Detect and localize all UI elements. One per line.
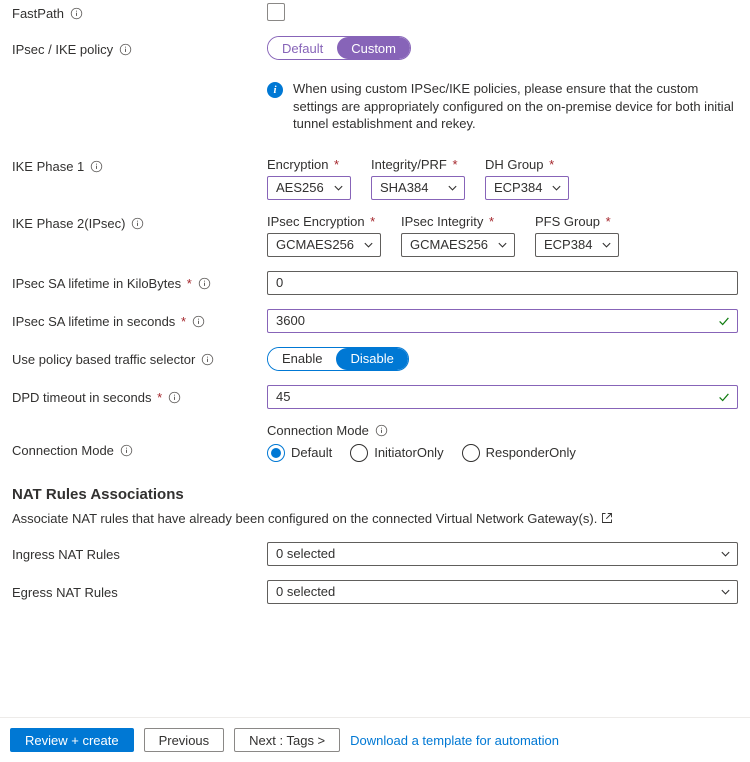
sa-lifetime-kb-label: IPsec SA lifetime in KiloBytes *: [12, 276, 192, 291]
chevron-down-icon: [447, 182, 458, 193]
info-icon[interactable]: [198, 277, 211, 290]
chevron-down-icon: [551, 182, 562, 193]
fastpath-label: FastPath: [12, 6, 64, 21]
ipsec-integrity-label: IPsec Integrity *: [401, 214, 515, 229]
connection-mode-responder-radio[interactable]: ResponderOnly: [462, 444, 576, 462]
integrity-select[interactable]: SHA384: [371, 176, 465, 200]
check-icon: [717, 314, 731, 328]
sa-lifetime-sec-value: 3600: [276, 313, 305, 328]
pfs-group-value: ECP384: [544, 237, 592, 252]
encryption-value: AES256: [276, 180, 324, 195]
radio-icon: [350, 444, 368, 462]
connection-mode-initiator-label: InitiatorOnly: [374, 445, 443, 460]
chevron-down-icon: [333, 182, 344, 193]
connection-mode-default-radio[interactable]: Default: [267, 444, 332, 462]
info-icon[interactable]: [201, 353, 214, 366]
encryption-select[interactable]: AES256: [267, 176, 351, 200]
sa-lifetime-sec-input[interactable]: 3600: [267, 309, 738, 333]
ipsec-ike-policy-label: IPsec / IKE policy: [12, 42, 113, 57]
dh-group-value: ECP384: [494, 180, 542, 195]
egress-nat-label: Egress NAT Rules: [12, 585, 118, 600]
connection-mode-row-label: Connection Mode: [12, 443, 114, 458]
info-icon[interactable]: [119, 43, 132, 56]
ipsec-encryption-value: GCMAES256: [276, 237, 354, 252]
connection-mode-responder-label: ResponderOnly: [486, 445, 576, 460]
ipsec-policy-callout: i When using custom IPSec/IKE policies, …: [267, 80, 738, 133]
encryption-label: Encryption *: [267, 157, 351, 172]
ipsec-policy-custom-option[interactable]: Custom: [337, 37, 410, 59]
info-icon[interactable]: [70, 7, 83, 20]
info-icon[interactable]: [375, 424, 388, 437]
check-icon: [717, 390, 731, 404]
pfs-group-label: PFS Group *: [535, 214, 619, 229]
download-template-link[interactable]: Download a template for automation: [350, 733, 559, 748]
chevron-down-icon: [363, 239, 374, 250]
ipsec-policy-callout-text: When using custom IPSec/IKE policies, pl…: [293, 80, 738, 133]
dh-group-label: DH Group *: [485, 157, 569, 172]
ipsec-integrity-select[interactable]: GCMAES256: [401, 233, 515, 257]
integrity-label: Integrity/PRF *: [371, 157, 465, 172]
connection-mode-radio-group: Default InitiatorOnly ResponderOnly: [267, 444, 738, 462]
sa-lifetime-sec-label: IPsec SA lifetime in seconds *: [12, 314, 186, 329]
pfs-group-select[interactable]: ECP384: [535, 233, 619, 257]
ipsec-encryption-select[interactable]: GCMAES256: [267, 233, 381, 257]
dpd-timeout-input[interactable]: 45: [267, 385, 738, 409]
chevron-down-icon: [720, 586, 731, 597]
egress-nat-select[interactable]: 0 selected: [267, 580, 738, 604]
sa-lifetime-kb-input[interactable]: 0: [267, 271, 738, 295]
sa-lifetime-kb-value: 0: [276, 275, 283, 290]
info-icon: i: [267, 82, 283, 98]
policy-selector-disable[interactable]: Disable: [336, 348, 407, 370]
policy-selector-label: Use policy based traffic selector: [12, 352, 195, 367]
ingress-nat-value: 0 selected: [276, 546, 335, 561]
ingress-nat-label: Ingress NAT Rules: [12, 547, 120, 562]
info-icon[interactable]: [120, 444, 133, 457]
external-link-icon[interactable]: [601, 512, 613, 524]
integrity-value: SHA384: [380, 180, 428, 195]
ipsec-ike-policy-toggle[interactable]: Default Custom: [267, 36, 411, 60]
policy-selector-toggle[interactable]: Enable Disable: [267, 347, 409, 371]
info-icon[interactable]: [131, 217, 144, 230]
nat-rules-subtext: Associate NAT rules that have already be…: [12, 511, 597, 526]
wizard-footer: Review + create Previous Next : Tags > D…: [0, 717, 750, 762]
info-icon[interactable]: [192, 315, 205, 328]
ipsec-encryption-label: IPsec Encryption *: [267, 214, 381, 229]
ipsec-integrity-value: GCMAES256: [410, 237, 488, 252]
ingress-nat-select[interactable]: 0 selected: [267, 542, 738, 566]
radio-icon: [267, 444, 285, 462]
info-icon[interactable]: [90, 160, 103, 173]
radio-icon: [462, 444, 480, 462]
ipsec-policy-default-option[interactable]: Default: [268, 37, 337, 59]
policy-selector-enable[interactable]: Enable: [268, 348, 336, 370]
connection-mode-initiator-radio[interactable]: InitiatorOnly: [350, 444, 443, 462]
next-button[interactable]: Next : Tags >: [234, 728, 340, 752]
ike-phase2-label: IKE Phase 2(IPsec): [12, 216, 125, 231]
info-icon[interactable]: [168, 391, 181, 404]
chevron-down-icon: [497, 239, 508, 250]
egress-nat-value: 0 selected: [276, 584, 335, 599]
ike-phase1-label: IKE Phase 1: [12, 159, 84, 174]
dpd-timeout-label: DPD timeout in seconds *: [12, 390, 162, 405]
nat-rules-heading: NAT Rules Associations: [12, 486, 738, 503]
connection-mode-field-label: Connection Mode: [267, 423, 369, 438]
chevron-down-icon: [601, 239, 612, 250]
connection-mode-default-label: Default: [291, 445, 332, 460]
review-create-button[interactable]: Review + create: [10, 728, 134, 752]
dpd-timeout-value: 45: [276, 389, 290, 404]
previous-button[interactable]: Previous: [144, 728, 225, 752]
dh-group-select[interactable]: ECP384: [485, 176, 569, 200]
fastpath-checkbox[interactable]: [267, 3, 285, 21]
chevron-down-icon: [720, 548, 731, 559]
